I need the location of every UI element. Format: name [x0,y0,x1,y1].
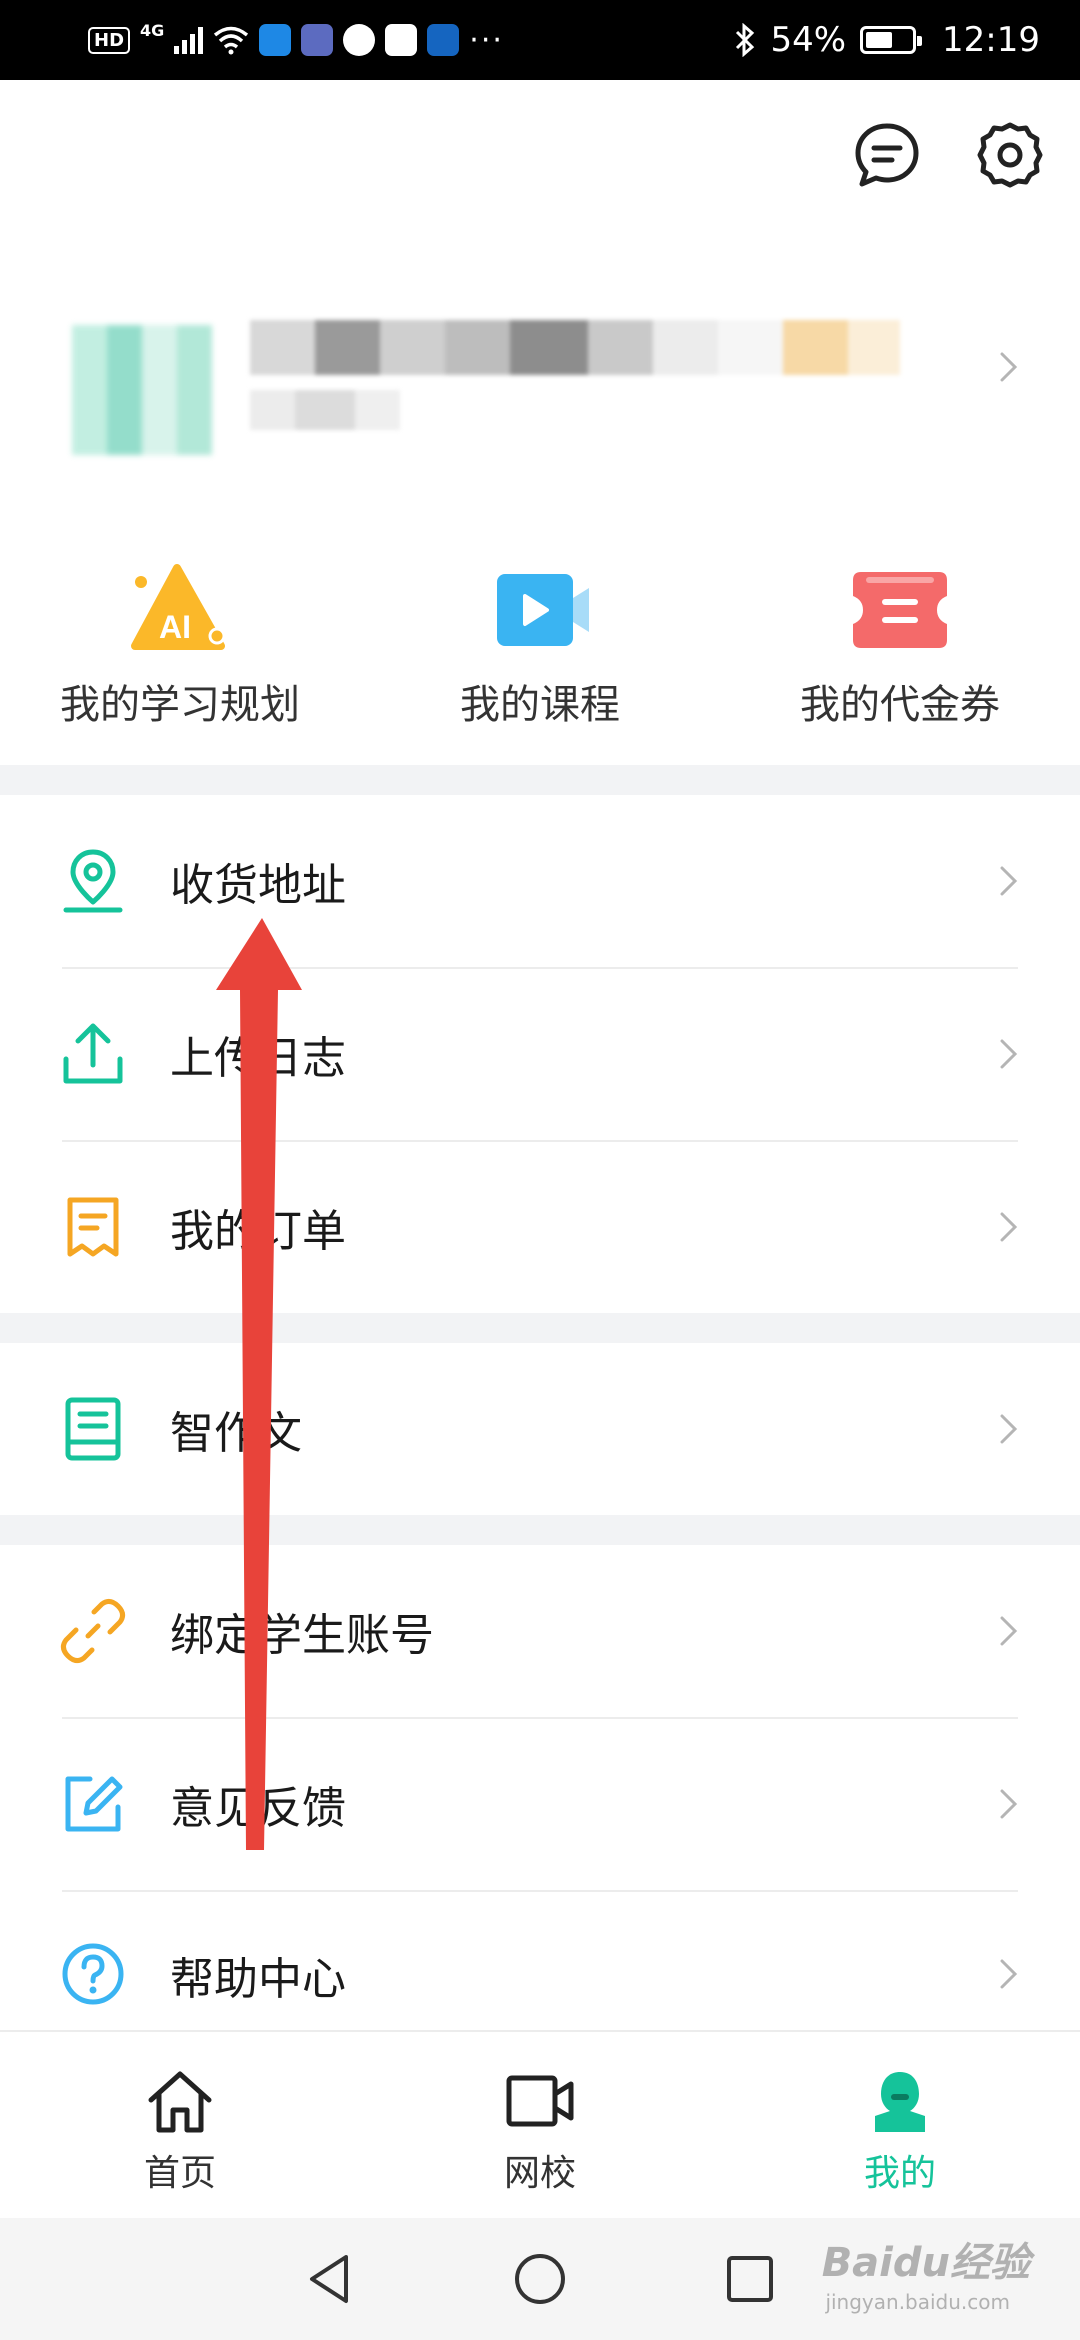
link-icon [60,1598,126,1664]
status-bar: HD 4G ··· 54% 12:19 [0,0,1080,80]
profile-icon [875,2072,925,2132]
nav-mine[interactable]: 我的 [720,2032,1080,2218]
receipt-icon [67,1197,119,1257]
profile-screen: HD 4G ··· 54% 12:19 AI 我的学习规划 我的课程 我的代金券… [0,0,1080,2340]
back-triangle-icon[interactable] [300,2249,360,2309]
quick-action-coupons[interactable]: 我的代金券 [720,560,1080,760]
menu-item-label: 绑定学生账号 [170,1610,434,1661]
section-gap [0,765,1080,795]
chevron-right-icon [1000,1039,1018,1069]
menu-item-upload-log[interactable]: 上传日志 [0,968,1080,1140]
bluetooth-icon [736,23,755,57]
nav-online-school[interactable]: 网校 [360,2032,720,2218]
menu-item-shipping-address[interactable]: 收货地址 [0,795,1080,967]
home-icon [148,2071,212,2133]
music-app-icon [301,24,334,56]
menu-item-label: 上传日志 [170,1033,346,1084]
home-circle-icon[interactable] [510,2249,570,2309]
watermark-logo: Baidu经验 [821,2240,1030,2286]
chevron-right-icon [1000,1616,1018,1646]
chevron-right-icon [1000,866,1018,896]
edit-icon [65,1776,123,1832]
video-course-icon [497,574,589,646]
coupon-icon [853,572,947,648]
menu-item-label: 意见反馈 [170,1783,346,1834]
chevron-right-icon [1000,1212,1018,1242]
nav-label: 首页 [143,2153,216,2194]
battery-icon [860,26,923,54]
section-gap [0,1515,1080,1545]
help-icon [62,1943,124,2005]
quick-actions: AI 我的学习规划 我的课程 我的代金券 [0,560,1080,760]
menu-item-bind-student[interactable]: 绑定学生账号 [0,1545,1080,1717]
menu-item-my-orders[interactable]: 我的订单 [0,1141,1080,1313]
battery-percent: 54% [770,20,847,60]
quick-action-study-plan[interactable]: AI 我的学习规划 [0,560,360,760]
quick-action-label: 我的课程 [460,682,620,728]
network-type: 4G [140,20,165,40]
quick-action-label: 我的代金券 [800,682,1000,728]
menu-item-label: 我的订单 [170,1206,346,1257]
video-camera-icon [506,2075,574,2127]
menu-item-label: 收货地址 [170,860,346,911]
username-redacted [250,320,900,375]
more-notifications: ··· [469,22,504,58]
quick-action-courses[interactable]: 我的课程 [360,560,720,760]
nav-home[interactable]: 首页 [0,2032,360,2218]
quick-action-label: 我的学习规划 [60,682,300,728]
notebook-icon [65,1397,121,1461]
gear-icon[interactable] [975,120,1045,190]
chevron-right-icon [1000,1789,1018,1819]
profile-card[interactable] [0,270,1080,470]
search-app-icon [259,24,292,56]
menu-item-label: 智作文 [170,1408,302,1459]
location-pin-icon [63,849,123,913]
upload-icon [63,1023,123,1084]
huawei-app-icon [385,24,418,56]
menu-item-label: 帮助中心 [170,1954,346,2005]
recents-square-icon[interactable] [720,2249,780,2309]
chevron-right-icon [1000,1414,1018,1444]
section-gap [0,1313,1080,1343]
nav-label: 我的 [863,2153,936,2194]
nav-label: 网校 [503,2153,576,2194]
signal-icon [174,26,204,54]
clock: 12:19 [942,20,1040,60]
wifi-icon [214,26,249,55]
menu-item-smart-essay[interactable]: 智作文 [0,1343,1080,1515]
avatar [72,325,212,455]
car-home-app-icon [427,24,460,56]
menu-item-feedback[interactable]: 意见反馈 [0,1718,1080,1890]
chevron-right-icon [1000,352,1018,382]
watermark-url: jingyan.baidu.com [825,2290,1010,2314]
chevron-right-icon [1000,1959,1018,1989]
hd-badge: HD [88,26,131,54]
svg-text:AI: AI [159,609,191,645]
chat-bubble-icon[interactable] [852,120,922,190]
user-info-redacted [250,390,400,430]
ai-plan-icon: AI [131,564,226,650]
bottom-nav: 首页 网校 我的 [0,2030,1080,2218]
browser-app-icon [343,24,376,56]
